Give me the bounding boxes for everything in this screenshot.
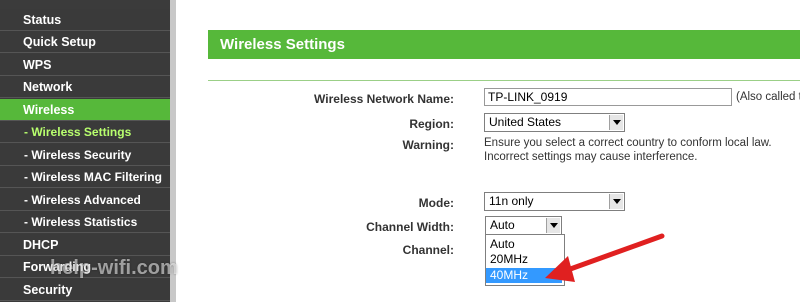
watermark-text: help-wifi.com	[50, 257, 178, 279]
